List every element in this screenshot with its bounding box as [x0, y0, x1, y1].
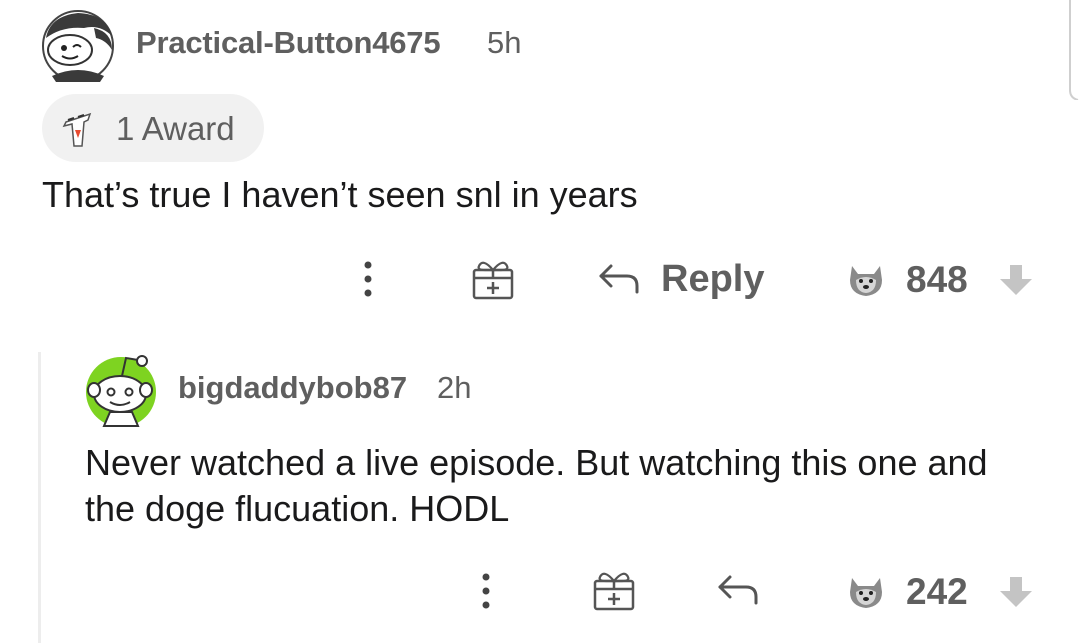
- comment-body: That’s true I haven’t seen snl in years: [42, 174, 638, 215]
- reply-arrow-icon[interactable]: [597, 262, 641, 296]
- comment-timestamp: 5h: [487, 25, 522, 60]
- scroll-edge-mark: [1069, 0, 1079, 100]
- comment-body: Never watched a live episode. But watchi…: [85, 442, 988, 529]
- vote-score: 848: [906, 259, 968, 300]
- downvote-arrow-icon[interactable]: [997, 575, 1035, 609]
- comment-username[interactable]: Practical-Button4675: [136, 25, 441, 61]
- gift-icon[interactable]: [592, 569, 636, 611]
- more-vertical-icon[interactable]: [480, 571, 492, 611]
- comment-timestamp: 2h: [437, 370, 472, 405]
- gift-icon[interactable]: [471, 258, 515, 300]
- award-icon: [62, 112, 92, 147]
- reply-arrow-icon[interactable]: [716, 573, 760, 607]
- reply-button[interactable]: Reply: [661, 258, 764, 301]
- thread-line[interactable]: [38, 352, 41, 643]
- vote-score: 242: [906, 571, 968, 612]
- award-count[interactable]: 1 Award: [116, 110, 235, 148]
- user-avatar[interactable]: [82, 352, 160, 428]
- doge-upvote-icon[interactable]: [846, 572, 886, 610]
- comment-username[interactable]: bigdaddybob87: [178, 370, 407, 406]
- user-avatar[interactable]: [40, 10, 116, 82]
- more-vertical-icon[interactable]: [362, 259, 374, 299]
- downvote-arrow-icon[interactable]: [997, 263, 1035, 297]
- doge-upvote-icon[interactable]: [846, 260, 886, 298]
